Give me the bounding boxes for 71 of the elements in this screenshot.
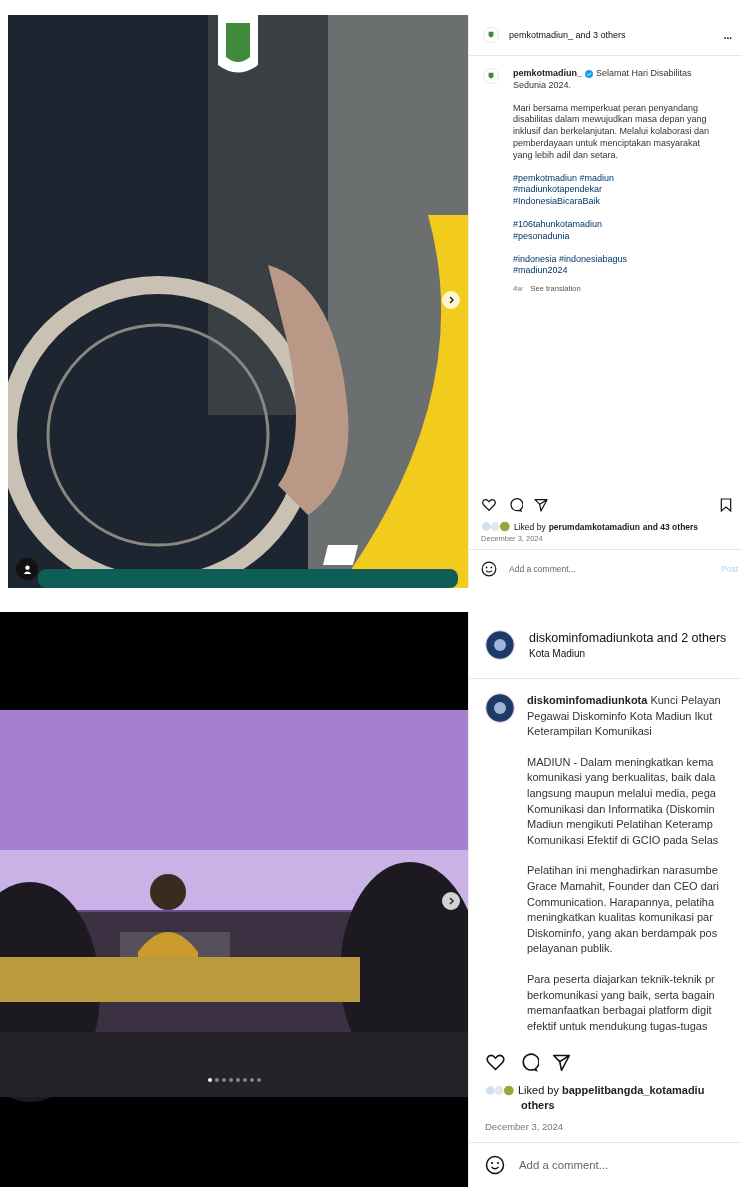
avatar-icon[interactable] bbox=[485, 630, 515, 660]
hashtag-link[interactable]: #madiunkotapendekar bbox=[513, 184, 710, 197]
caption-text: Pegawai Diskominfo Kota Madiun Ikut bbox=[527, 708, 714, 724]
chevron-right-icon bbox=[446, 896, 456, 906]
caption-text: pemberdayaan untuk menciptakan masyarakat bbox=[513, 138, 702, 150]
caption-text: Madiun mengikuti Pelatihan Keteramp bbox=[527, 817, 714, 833]
caption-text: Grace Mamahit, Founder dan CEO dari bbox=[527, 878, 720, 894]
post-location[interactable]: Kota Madiun bbox=[529, 648, 742, 659]
avatar-icon[interactable] bbox=[485, 693, 515, 723]
post-authors[interactable]: diskominfomadiunkota and 2 others bbox=[529, 631, 742, 645]
caption-text: Diskominfo, yang akan berdampak pos bbox=[527, 925, 719, 941]
chevron-right-icon bbox=[446, 295, 456, 305]
caption-text: Kunci Pelayan bbox=[650, 693, 721, 708]
caption-text: komunikasi yang berkualitas, baik dala bbox=[527, 770, 717, 786]
hashtag-link[interactable]: #pesonadunia bbox=[513, 230, 710, 243]
smiley-icon[interactable] bbox=[485, 1155, 505, 1175]
send-icon[interactable] bbox=[551, 1052, 572, 1073]
liker-avatars-icon bbox=[485, 1085, 515, 1096]
caption-text: Sedunia 2024. bbox=[513, 79, 573, 92]
caption-text: Komunikasi dan Informatika (Diskomin bbox=[527, 801, 716, 817]
caption-text: yang lebih adil dan setara. bbox=[513, 149, 620, 162]
caption-text: memanfaatkan berbagai platform digit bbox=[527, 1003, 713, 1019]
more-options-button[interactable]: ... bbox=[723, 29, 732, 41]
post-date: December 3, 2024 bbox=[484, 1120, 565, 1134]
carousel-dot[interactable] bbox=[242, 1078, 247, 1082]
smiley-icon[interactable] bbox=[481, 561, 497, 577]
likes-text: Liked by bbox=[518, 1083, 559, 1098]
post-authors[interactable]: pemkotmadiun_ and 3 others bbox=[509, 30, 714, 40]
caption-text: disabilitas dalam mewujudkan masa depan yang bbox=[513, 114, 708, 127]
comment-field[interactable]: Add a comment... bbox=[517, 1158, 742, 1172]
liker-link[interactable]: bappelitbangda_kotamadiu bbox=[562, 1083, 705, 1098]
caption-text: pelayanan publik. bbox=[527, 941, 614, 957]
caption-text: Pelatihan ini menghadirkan narasumbe bbox=[527, 863, 719, 879]
caption-text: efektif untuk mendukung tugas-tugas bbox=[527, 1018, 709, 1034]
carousel-dot[interactable] bbox=[214, 1078, 219, 1082]
likes-count[interactable]: others bbox=[521, 1098, 555, 1113]
carousel-dot[interactable] bbox=[256, 1078, 261, 1082]
liker-link[interactable]: perumdamkotamadiun bbox=[548, 521, 640, 532]
hashtag-link[interactable]: #madiun2024 bbox=[513, 265, 710, 278]
heart-icon[interactable] bbox=[481, 497, 497, 513]
hashtag-link[interactable]: #pemkotmadiun #madiun bbox=[513, 172, 710, 185]
likes-text: Liked by bbox=[514, 521, 546, 532]
carousel-dot[interactable] bbox=[249, 1078, 254, 1082]
caption-text: Communication. Harapannya, pelatiha bbox=[527, 894, 716, 910]
carousel-dot[interactable] bbox=[221, 1078, 226, 1082]
carousel-dot[interactable] bbox=[207, 1078, 212, 1082]
comment-field[interactable]: Add a comment... bbox=[507, 563, 711, 575]
caption-text: Keterampilan Komunikasi bbox=[527, 724, 653, 740]
author-link[interactable]: diskominfomadiunkota bbox=[527, 693, 648, 709]
caption-text: langsung maupun melalui media, pega bbox=[527, 785, 717, 801]
caption-text: berkomunikasi yang baik, serta bagain bbox=[527, 987, 716, 1003]
person-icon bbox=[21, 563, 33, 575]
carousel-dot[interactable] bbox=[228, 1078, 233, 1082]
liker-avatars-icon bbox=[481, 521, 511, 532]
caption-text: Komunikasi Efektif di GCIO pada Selas bbox=[527, 832, 720, 848]
carousel-dot[interactable] bbox=[235, 1078, 240, 1082]
caption-text: Para peserta diajarkan teknik-teknik pr bbox=[527, 971, 716, 987]
hashtag-link[interactable]: #indonesia #indonesiabagus bbox=[513, 253, 710, 266]
caption-text: inklusif dan berkelanjutan. Melalui kolaborasi dan bbox=[513, 126, 710, 138]
hashtag-link[interactable]: #IndonesiaBicaraBaik bbox=[513, 196, 710, 208]
comment-icon[interactable] bbox=[507, 497, 523, 513]
caption-text: Mari bersama memperkuat peran penyandang bbox=[513, 102, 700, 115]
caption-text: Selamat Hari Disabilitas bbox=[596, 68, 692, 80]
caption-text: MADIUN - Dalam meningkatkan kema bbox=[527, 754, 715, 770]
bookmark-icon[interactable] bbox=[718, 497, 734, 513]
heart-icon[interactable] bbox=[485, 1052, 506, 1073]
caption-text: meningkatkan kualitas komunikasi par bbox=[527, 910, 714, 926]
author-link[interactable]: pemkotmadiun_ bbox=[513, 68, 582, 80]
send-icon[interactable] bbox=[533, 497, 549, 513]
likes-count[interactable]: and 43 others bbox=[642, 521, 699, 532]
hashtag-link[interactable]: #106tahunkotamadiun bbox=[513, 218, 710, 231]
